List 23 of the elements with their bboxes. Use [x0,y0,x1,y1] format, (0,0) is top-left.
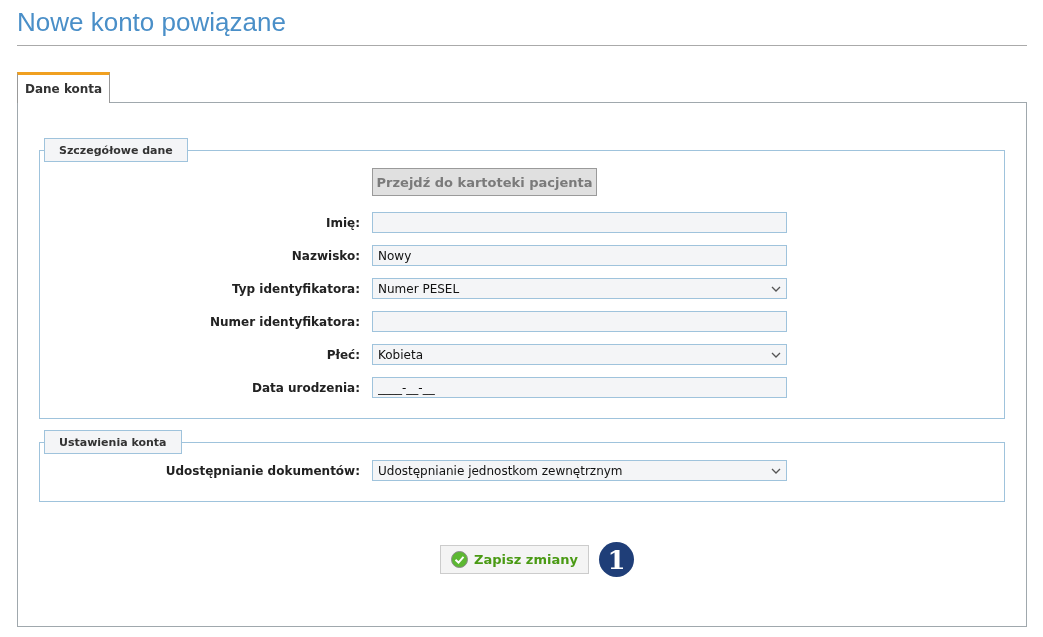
field-label: Imię: [325,215,360,230]
field-label: Typ identyfikatora: [231,281,360,296]
text-field[interactable] [372,311,787,332]
section-legend: Ustawienia konta [44,430,182,454]
field-label: Nazwisko: [291,248,360,263]
field-label: Udostępnianie dokumentów: [165,463,360,478]
text-field[interactable]: ____-__-__ [372,377,787,398]
dropdown[interactable]: Numer PESEL [372,278,787,299]
text-field[interactable]: Nowy [372,245,787,266]
dropdown[interactable]: Udostępnianie jednostkom zewnętrznym [372,460,787,481]
chevron-down-icon [771,351,781,358]
text-field[interactable] [372,212,787,233]
field-label: Numer identyfikatora: [209,314,360,329]
section-legend: Szczegółowe dane [44,138,188,162]
check-icon [451,551,469,568]
chevron-down-icon [771,285,781,292]
page-title: Nowe konto powiązane [17,0,1027,46]
field-label: Płeć: [326,347,360,362]
step-badge: 1 [598,542,634,577]
chevron-down-icon [771,467,781,474]
field-label: Data urodzenia: [251,380,360,395]
dropdown[interactable]: Kobieta [372,344,787,365]
tab[interactable]: Dane konta [17,72,111,103]
